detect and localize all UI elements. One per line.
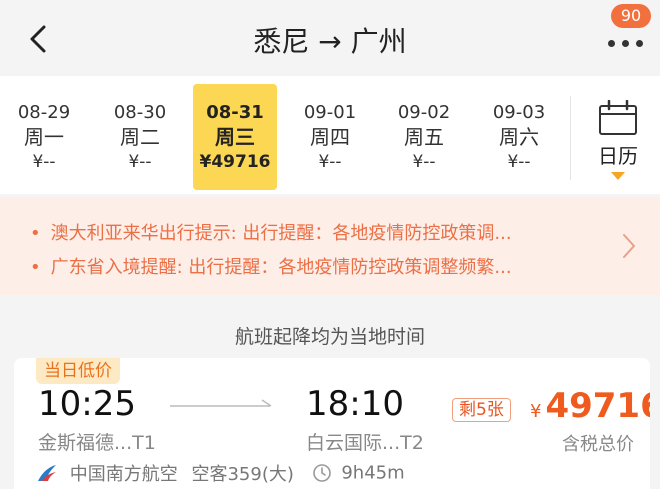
departure-airport: 金斯福德...T1 — [38, 432, 156, 454]
flight-price: ¥49716 — [530, 386, 650, 426]
date-price: ¥-- — [128, 152, 152, 172]
notice-text: 广东省入境提醒: 出行提醒：各地疫情防控政策调整频繁... — [50, 257, 512, 278]
date-price: ¥-- — [507, 152, 531, 172]
arrival-airport: 白云国际...T2 — [306, 432, 424, 454]
travel-notice-banner[interactable]: • 澳大利亚来华出行提示: 出行提醒：各地疫情防控政策调... • 广东省入境提醒:… — [0, 197, 660, 295]
aircraft-type: 空客359(大) — [191, 464, 294, 485]
more-dot — [636, 40, 643, 47]
lowest-price-tag: 当日低价 — [36, 358, 120, 384]
notice-text: 澳大利亚来华出行提示: 出行提醒：各地疫情防控政策调... — [50, 223, 512, 244]
local-time-note: 航班起降均为当地时间 — [234, 326, 425, 348]
flight-arrow-icon — [170, 399, 272, 407]
date-label: 09-01 — [303, 102, 357, 123]
currency-symbol: ¥ — [530, 401, 542, 422]
clock-icon — [312, 464, 331, 482]
route-title: 悉尼 → 广州 — [253, 25, 407, 58]
date-item[interactable]: 09-03 周六 ¥-- — [477, 84, 561, 190]
bullet-icon: • — [30, 257, 41, 278]
bullet-icon: • — [30, 223, 41, 244]
date-selector: 08-29 周一 ¥-- 08-30 周二 ¥-- 08-31 周三 ¥4971… — [0, 76, 660, 194]
airline-name: 中国南方航空 — [69, 464, 178, 485]
date-item-selected[interactable]: 08-31 周三 ¥49716 — [193, 84, 277, 190]
notification-badge: 90 — [611, 4, 651, 28]
flight-duration: 9h45m — [341, 462, 405, 484]
weekday-label: 周四 — [310, 125, 350, 149]
top-nav-bar: 悉尼 → 广州 90 — [0, 0, 660, 76]
date-price: ¥49716 — [199, 152, 271, 172]
more-dots-icon — [608, 40, 615, 47]
notice-item[interactable]: • 广东省入境提醒: 出行提醒：各地疫情防控政策调整频繁... — [30, 253, 512, 279]
notice-item[interactable]: • 澳大利亚来华出行提示: 出行提醒：各地疫情防控政策调... — [30, 219, 512, 245]
price-value: 49716 — [545, 386, 650, 426]
calendar-button[interactable]: 日历 — [586, 96, 650, 188]
calendar-label: 日历 — [598, 144, 638, 168]
date-item[interactable]: 09-02 周五 ¥-- — [382, 84, 466, 190]
weekday-label: 周五 — [404, 125, 444, 149]
weekday-label: 周三 — [215, 125, 255, 149]
seats-left-badge: 剩5张 — [452, 398, 511, 422]
date-label: 08-31 — [206, 102, 264, 123]
calendar-icon — [599, 100, 637, 135]
date-price: ¥-- — [412, 152, 436, 172]
more-menu-button[interactable] — [604, 28, 648, 58]
dropdown-triangle-icon — [611, 172, 625, 180]
date-label: 09-02 — [397, 102, 451, 123]
date-label: 09-03 — [492, 102, 546, 123]
arrival-time: 18:10 — [306, 384, 404, 424]
chevron-right-icon[interactable] — [622, 233, 636, 259]
date-item[interactable]: 09-01 周四 ¥-- — [288, 84, 372, 190]
date-price: ¥-- — [32, 152, 56, 172]
divider — [570, 96, 571, 180]
date-label: 08-29 — [17, 102, 71, 123]
weekday-label: 周六 — [499, 125, 539, 149]
china-southern-logo-icon — [38, 465, 56, 481]
date-label: 08-30 — [113, 102, 167, 123]
date-item[interactable]: 08-29 周一 ¥-- — [2, 84, 86, 190]
date-item[interactable]: 08-30 周二 ¥-- — [98, 84, 182, 190]
weekday-label: 周二 — [120, 125, 160, 149]
airline-info: 中国南方航空 空客359(大) 9h45m — [36, 460, 405, 486]
departure-time: 10:25 — [38, 384, 136, 424]
date-price: ¥-- — [318, 152, 342, 172]
price-note: 含税总价 — [562, 434, 634, 455]
flight-card[interactable]: 当日低价 10:25 18:10 金斯福德...T1 白云国际...T2 剩5张… — [14, 358, 650, 489]
more-dot — [622, 40, 629, 47]
weekday-label: 周一 — [24, 125, 64, 149]
